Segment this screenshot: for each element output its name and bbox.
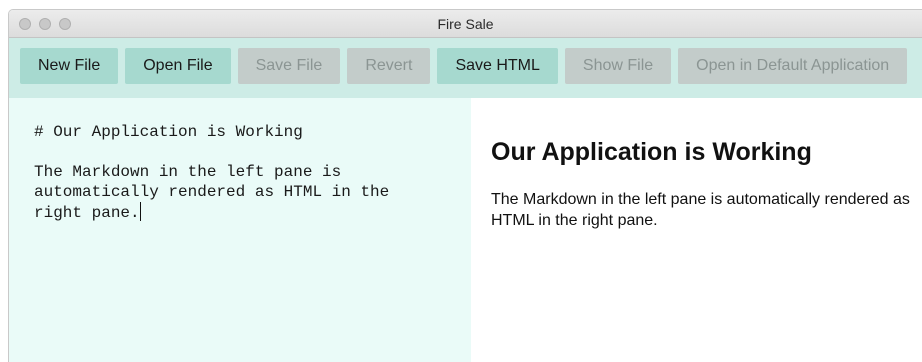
app-window: Fire Sale New File Open File Save File R… <box>8 9 922 362</box>
title-bar[interactable]: Fire Sale <box>9 10 922 38</box>
content-panes: # Our Application is Working The Markdow… <box>9 98 922 362</box>
revert-button[interactable]: Revert <box>347 48 431 84</box>
preview-paragraph: The Markdown in the left pane is automat… <box>491 191 910 229</box>
editor-line: The Markdown in the left pane is <box>34 163 342 181</box>
preview-heading: Our Application is Working <box>491 138 812 166</box>
open-file-button[interactable]: Open File <box>125 48 231 84</box>
markdown-editor[interactable]: # Our Application is Working The Markdow… <box>9 98 471 362</box>
open-in-default-application-button[interactable]: Open in Default Application <box>678 48 908 84</box>
new-file-button[interactable]: New File <box>20 48 119 84</box>
save-file-button[interactable]: Save File <box>237 48 341 84</box>
save-html-button[interactable]: Save HTML <box>437 48 558 84</box>
text-caret <box>139 202 141 221</box>
window-title: Fire Sale <box>437 16 494 32</box>
show-file-button[interactable]: Show File <box>564 48 672 84</box>
toolbar: New File Open File Save File Revert Save… <box>9 38 922 98</box>
html-preview: Our Application is Working The Markdown … <box>471 98 922 362</box>
editor-line: right pane. <box>34 204 140 222</box>
editor-line: # Our Application is Working <box>34 123 303 141</box>
editor-line: automatically rendered as HTML in the <box>34 183 390 201</box>
